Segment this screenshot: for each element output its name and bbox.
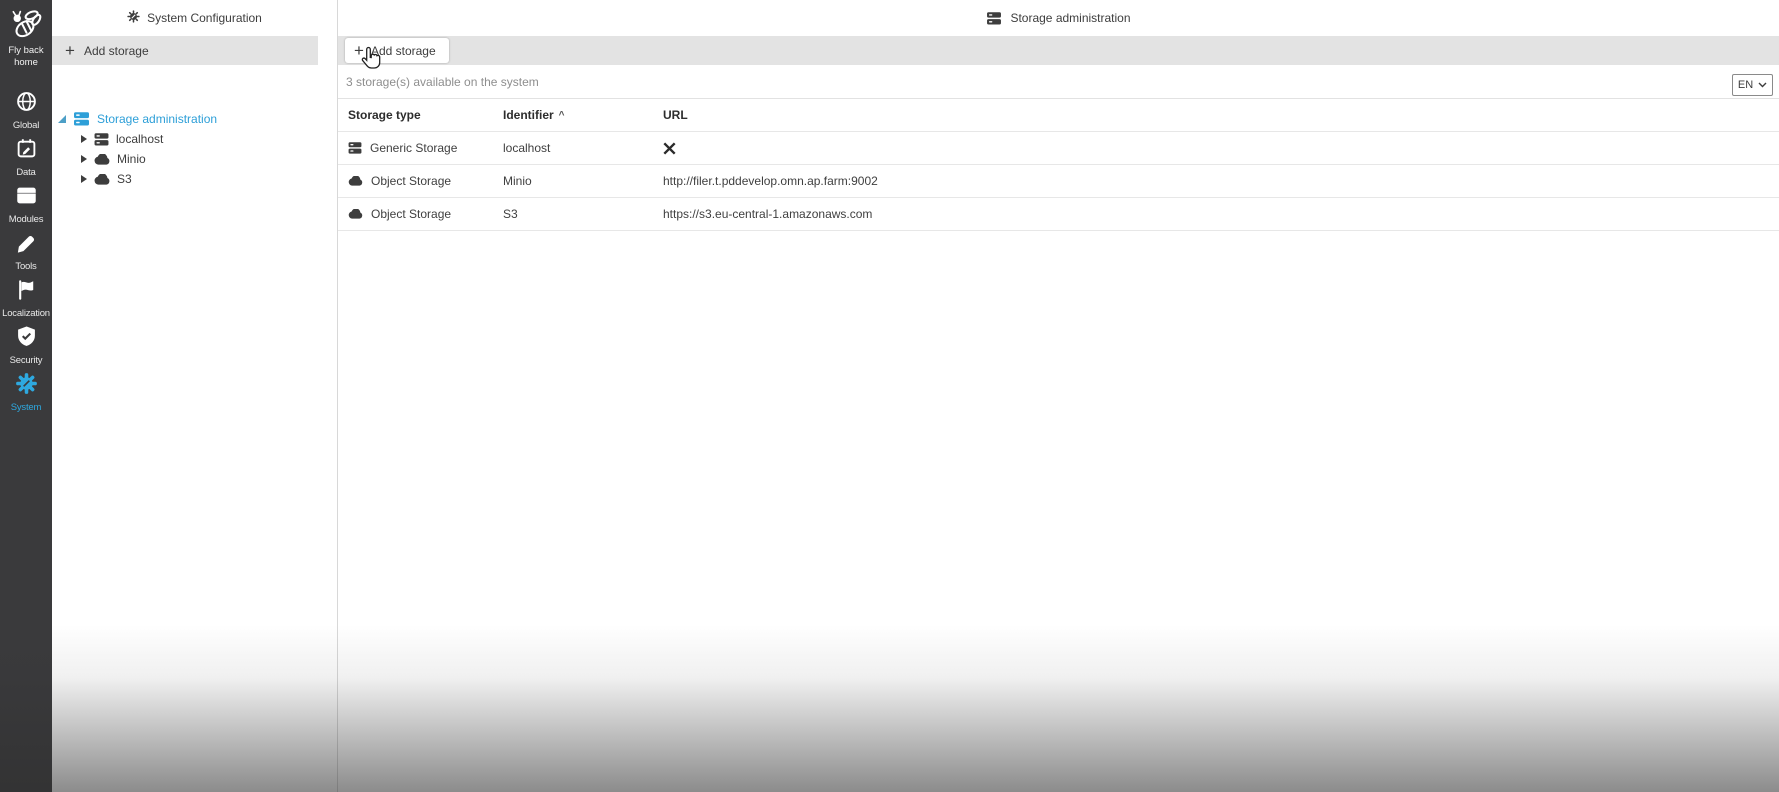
language-selector[interactable]: EN bbox=[1732, 74, 1773, 96]
calendar-edit-icon bbox=[16, 138, 37, 164]
sidebar-item-label: Localization bbox=[2, 307, 50, 319]
add-storage-label: Add storage bbox=[370, 43, 436, 58]
language-value: EN bbox=[1737, 79, 1754, 91]
identifier-text: localhost bbox=[503, 141, 551, 155]
expander-closed-icon[interactable] bbox=[81, 175, 87, 183]
storage-tree: Storage administration localhost Minio S… bbox=[52, 109, 337, 189]
storage-count-text: 3 storage(s) available on the system bbox=[346, 74, 539, 89]
sidebar-item-label: Global bbox=[12, 119, 40, 131]
server-stack-icon bbox=[73, 112, 90, 126]
expander-closed-icon[interactable] bbox=[81, 135, 87, 143]
panel-title: System Configuration bbox=[52, 0, 337, 36]
app-sidebar: Fly back home Global Data Modules Tools … bbox=[0, 0, 52, 792]
status-row: 3 storage(s) available on the system EN bbox=[338, 65, 1779, 98]
column-header-url[interactable]: URL bbox=[663, 108, 1779, 122]
sidebar-item-data[interactable]: Data bbox=[0, 134, 52, 181]
flag-icon bbox=[16, 279, 37, 305]
add-storage-button[interactable]: + Add storage bbox=[345, 38, 449, 63]
tree-node-minio[interactable]: Minio bbox=[80, 149, 337, 169]
tree-node-label: Minio bbox=[117, 152, 146, 166]
sidebar-item-label: Security bbox=[9, 354, 43, 366]
column-header-storage-type[interactable]: Storage type bbox=[348, 108, 503, 122]
storage-administration-main: Storage administration + Add storage 3 s… bbox=[338, 0, 1779, 792]
cloud-icon bbox=[348, 176, 363, 186]
server-stack-icon bbox=[986, 11, 1002, 25]
chevron-down-icon bbox=[1758, 79, 1767, 91]
expander-open-icon[interactable] bbox=[58, 115, 66, 123]
bee-logo-icon bbox=[8, 6, 45, 43]
server-stack-icon bbox=[94, 132, 109, 146]
sidebar-item-label: Modules bbox=[8, 213, 44, 225]
table-row-minio[interactable]: Object Storage Minio http://filer.t.pdde… bbox=[338, 165, 1779, 198]
table-row-s3[interactable]: Object Storage S3 https://s3.eu-central-… bbox=[338, 198, 1779, 231]
tree-node-localhost[interactable]: localhost bbox=[80, 129, 337, 149]
fly-back-home-button[interactable]: Fly back home bbox=[8, 6, 45, 69]
tree-node-label: S3 bbox=[117, 172, 132, 186]
tree-node-label: Storage administration bbox=[97, 112, 218, 126]
sidebar-item-security[interactable]: Security bbox=[0, 322, 52, 369]
no-url-cross-icon[interactable] bbox=[663, 141, 1779, 155]
tree-node-storage-administration[interactable]: Storage administration bbox=[58, 109, 337, 129]
identifier-text: Minio bbox=[503, 174, 532, 188]
storage-table: Storage type Identifier ^ URL Generic St… bbox=[338, 98, 1779, 231]
page-title: Storage administration bbox=[338, 0, 1779, 36]
sidebar-item-tools[interactable]: Tools bbox=[0, 228, 52, 275]
table-row-localhost[interactable]: Generic Storage localhost bbox=[338, 132, 1779, 165]
url-text: http://filer.t.pddevelop.omn.ap.farm:900… bbox=[663, 174, 878, 188]
server-stack-icon bbox=[348, 142, 362, 154]
plus-icon: + bbox=[65, 41, 75, 60]
window-icon bbox=[16, 185, 37, 211]
storage-type-text: Generic Storage bbox=[370, 141, 458, 155]
storage-type-text: Object Storage bbox=[371, 174, 452, 188]
expander-closed-icon[interactable] bbox=[81, 155, 87, 163]
column-header-identifier[interactable]: Identifier ^ bbox=[503, 108, 663, 122]
url-text: https://s3.eu-central-1.amazonaws.com bbox=[663, 207, 873, 221]
panel-title-text: System Configuration bbox=[147, 11, 262, 25]
tree-node-label: localhost bbox=[116, 132, 164, 146]
sidebar-item-label: Tools bbox=[15, 260, 37, 272]
pencil-icon bbox=[16, 232, 37, 258]
table-header-row: Storage type Identifier ^ URL bbox=[338, 99, 1779, 132]
sidebar-item-localization[interactable]: Localization bbox=[0, 275, 52, 322]
main-toolbar: + Add storage bbox=[338, 36, 1779, 69]
storage-type-text: Object Storage bbox=[371, 207, 452, 221]
sidebar-item-label: System bbox=[10, 401, 42, 413]
cloud-icon bbox=[94, 173, 110, 185]
gear-icon bbox=[15, 372, 37, 399]
sidebar-nav: Global Data Modules Tools Localization S… bbox=[0, 87, 52, 416]
tree-node-s3[interactable]: S3 bbox=[80, 169, 337, 189]
sidebar-item-system[interactable]: System bbox=[0, 369, 52, 416]
plus-icon: + bbox=[354, 41, 364, 60]
sort-ascending-icon: ^ bbox=[558, 110, 565, 121]
sidebar-item-modules[interactable]: Modules bbox=[0, 181, 52, 228]
system-configuration-panel: System Configuration + Add storage Stora… bbox=[52, 0, 338, 792]
logo-label: Fly back home bbox=[8, 45, 44, 68]
shield-check-icon bbox=[16, 325, 37, 352]
gear-icon bbox=[127, 10, 140, 26]
add-storage-label: Add storage bbox=[83, 43, 149, 58]
cloud-icon bbox=[348, 209, 363, 219]
sidebar-item-label: Data bbox=[16, 166, 36, 178]
panel-add-storage-button[interactable]: + Add storage bbox=[52, 36, 318, 65]
globe-icon bbox=[16, 91, 37, 117]
sidebar-item-global[interactable]: Global bbox=[0, 87, 52, 134]
identifier-text: S3 bbox=[503, 207, 518, 221]
cloud-icon bbox=[94, 153, 110, 165]
page-title-text: Storage administration bbox=[1010, 11, 1131, 25]
